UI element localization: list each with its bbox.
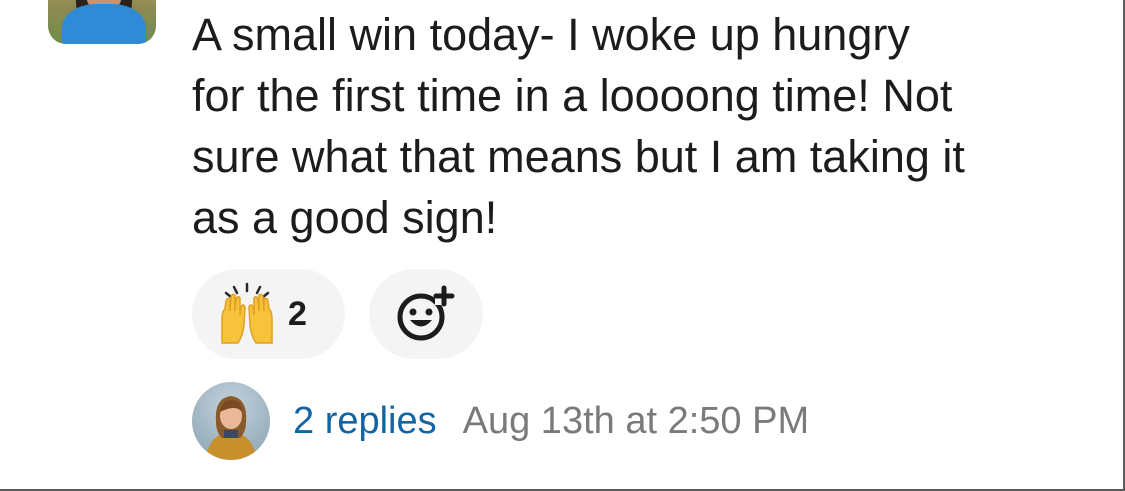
message-text: A small win today- I woke up hungry for …: [192, 9, 965, 243]
replier-avatar[interactable]: [192, 382, 270, 460]
reaction-count: 2: [288, 294, 307, 333]
reply-timestamp: Aug 13th at 2:50 PM: [462, 399, 810, 442]
raising-hands-icon: [221, 282, 273, 344]
reaction-raising-hands[interactable]: 2: [192, 269, 345, 359]
replies-link[interactable]: 2 replies: [293, 400, 437, 443]
add-emoji-icon: [397, 285, 455, 341]
replier-avatar-image: [206, 396, 256, 460]
add-reaction-button[interactable]: [369, 269, 483, 359]
reactions-bar: 2: [192, 269, 483, 359]
screenshot-frame: A small win today- I woke up hungry for …: [0, 0, 1125, 491]
thread-summary: 2 replies Aug 13th at 2:50 PM: [192, 381, 809, 461]
author-avatar[interactable]: [48, 0, 156, 44]
avatar-shirt: [62, 4, 146, 44]
